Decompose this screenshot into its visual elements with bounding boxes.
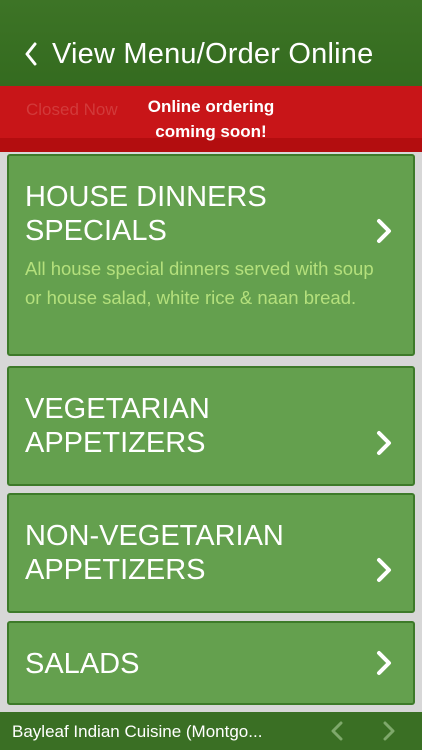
category-title: SALADS bbox=[25, 648, 140, 680]
category-title: NON-VEGETARIAN APPETIZERS bbox=[25, 520, 284, 586]
category-title: HOUSE DINNERS SPECIALS bbox=[25, 181, 267, 247]
prev-arrow-icon[interactable] bbox=[330, 721, 344, 741]
page-title: View Menu/Order Online bbox=[52, 38, 374, 70]
navigation-bar: View Menu/Order Online bbox=[0, 0, 422, 86]
ordering-notice-text: Online ordering coming soon! bbox=[0, 94, 422, 144]
ordering-notice-banner: Closed Now Online ordering coming soon! bbox=[0, 86, 422, 152]
notice-line-2: coming soon! bbox=[155, 122, 267, 141]
category-description: All house special dinners served with so… bbox=[25, 258, 374, 308]
category-house-dinners-specials[interactable]: HOUSE DINNERS SPECIALS All house special… bbox=[7, 154, 415, 356]
category-vegetarian-appetizers[interactable]: VEGETARIAN APPETIZERS bbox=[7, 366, 415, 486]
category-salads[interactable]: SALADS bbox=[7, 621, 415, 705]
notice-line-1: Online ordering bbox=[147, 97, 275, 116]
restaurant-name: Bayleaf Indian Cuisine (Montgo... bbox=[12, 722, 263, 741]
chevron-right-icon bbox=[377, 431, 391, 455]
category-non-vegetarian-appetizers[interactable]: NON-VEGETARIAN APPETIZERS bbox=[7, 493, 415, 613]
next-arrow-icon[interactable] bbox=[382, 721, 396, 741]
chevron-right-icon bbox=[377, 558, 391, 582]
chevron-right-icon bbox=[377, 219, 391, 243]
category-title: VEGETARIAN APPETIZERS bbox=[25, 393, 210, 459]
bottom-toolbar: Bayleaf Indian Cuisine (Montgo... bbox=[0, 712, 422, 750]
chevron-right-icon bbox=[377, 651, 391, 675]
menu-category-list: HOUSE DINNERS SPECIALS All house special… bbox=[0, 152, 422, 712]
back-chevron-icon[interactable] bbox=[24, 42, 38, 66]
